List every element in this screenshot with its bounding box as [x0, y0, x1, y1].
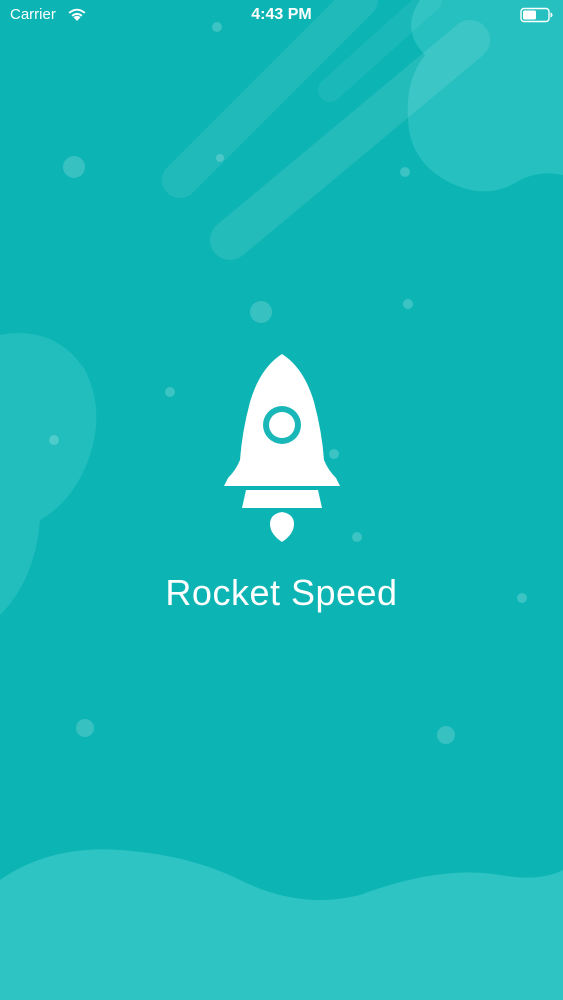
status-time: 4:43 PM [251, 6, 312, 23]
splash-screen: Carrier 4:43 PM Rocket Speed [0, 0, 563, 1000]
app-title: Rocket Speed [165, 572, 398, 613]
rocket-icon [224, 354, 340, 542]
battery-icon [520, 7, 553, 23]
status-bar: Carrier 4:43 PM [0, 0, 563, 30]
